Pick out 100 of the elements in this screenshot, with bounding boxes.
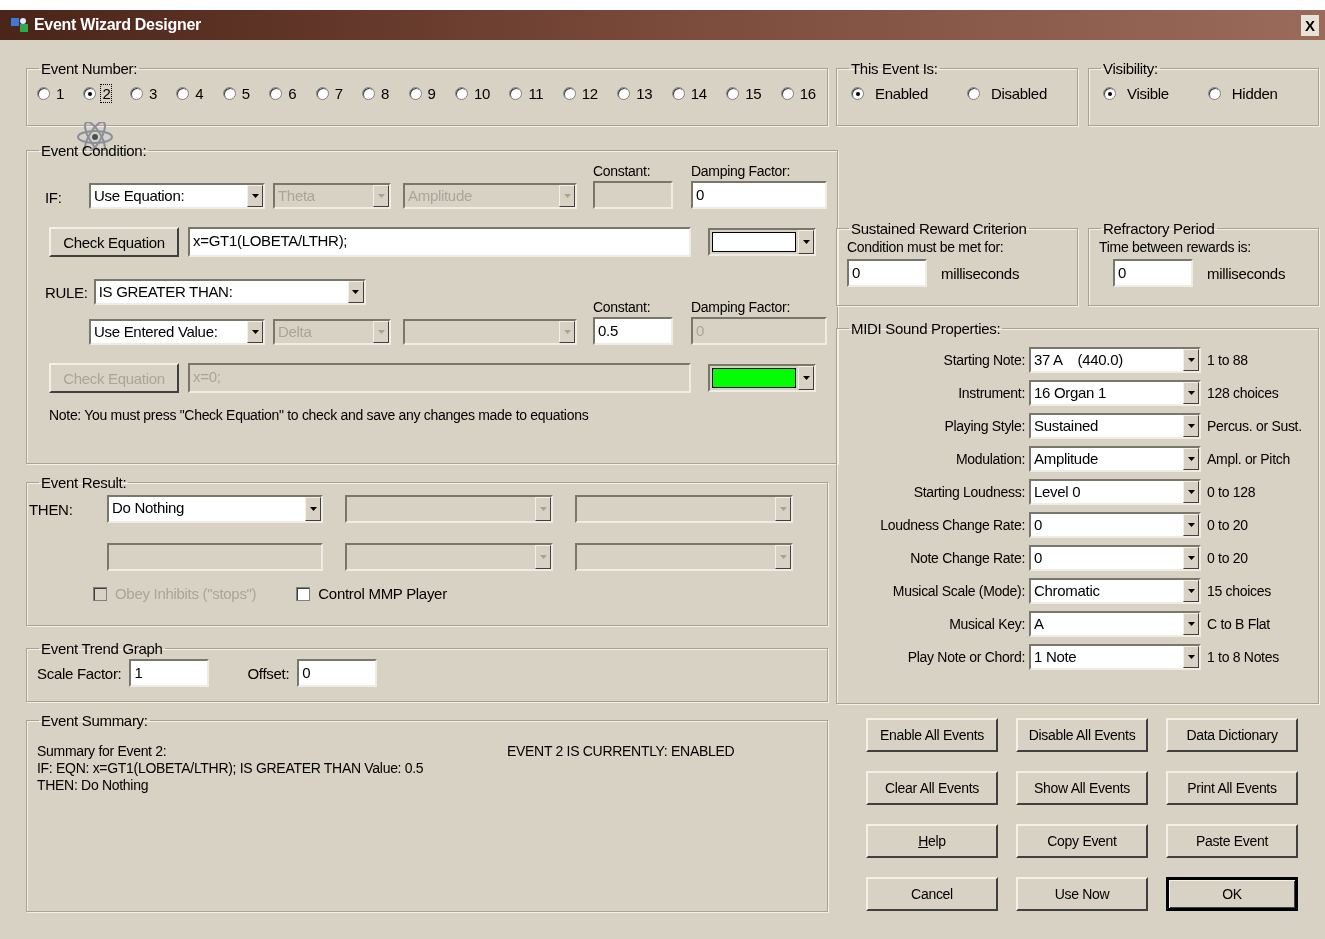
radio-label: Enabled: [874, 85, 929, 102]
dropdown[interactable]: Use Equation:: [89, 183, 265, 209]
caret-icon: [377, 330, 385, 334]
radio-button[interactable]: [726, 87, 740, 100]
radio-label: 7: [333, 85, 344, 102]
property-label: Musical Scale (Mode):: [891, 582, 1025, 599]
dropdown[interactable]: Chromatic: [1029, 577, 1201, 604]
constant-label: Constant:: [593, 299, 652, 315]
caret-icon: [377, 194, 385, 198]
group-label: Refractory Period: [1102, 220, 1216, 237]
radio-button[interactable]: [83, 87, 97, 100]
radio-label: 11: [527, 85, 545, 102]
dropdown[interactable]: Level 0: [1029, 478, 1201, 505]
dropdown[interactable]: Amplitude: [1029, 445, 1201, 472]
caret-icon: [1187, 357, 1195, 362]
property-label: Loudness Change Rate:: [879, 516, 1025, 533]
if-label: IF:: [45, 188, 62, 206]
dropdown[interactable]: IS GREATER THAN:: [93, 279, 366, 305]
radio-label: 15: [744, 85, 763, 102]
property-label: Note Change Rate:: [909, 549, 1025, 566]
range-label: 0 to 20: [1207, 549, 1248, 566]
range-label: 15 choices: [1207, 582, 1271, 599]
check-equation-button[interactable]: Check Equation: [49, 227, 179, 257]
property-label: Starting Loudness:: [912, 483, 1025, 500]
radio-button[interactable]: [617, 87, 631, 100]
dropdown[interactable]: 37 A (440.0): [1029, 346, 1201, 373]
radio-button[interactable]: [1207, 87, 1221, 100]
property-label: Playing Style:: [943, 417, 1025, 434]
radio-button[interactable]: [671, 87, 685, 100]
checkbox[interactable]: [296, 586, 311, 601]
action-button[interactable]: Paste Event: [1166, 824, 1298, 858]
dropdown[interactable]: 1 Note: [1029, 643, 1201, 670]
action-button[interactable]: Data Dictionary: [1166, 718, 1298, 752]
milliseconds-field[interactable]: 0: [847, 259, 927, 287]
radio-button[interactable]: [509, 87, 523, 100]
radio-button[interactable]: [454, 87, 468, 100]
caret-icon: [1187, 423, 1195, 428]
radio-label: 1: [55, 85, 66, 102]
dropdown[interactable]: 0: [1029, 544, 1201, 571]
caret-icon: [309, 507, 317, 511]
unit-label: milliseconds: [1207, 264, 1286, 282]
dropdown[interactable]: Use Entered Value:: [89, 319, 265, 345]
caret-icon: [1187, 555, 1195, 560]
caption-text: Time between rewards is:: [1099, 239, 1252, 255]
color-dropdown[interactable]: [708, 364, 816, 392]
checkbox-label: Control MMP Player: [318, 585, 447, 602]
radio-label: 9: [426, 85, 437, 102]
radio-button[interactable]: [851, 87, 864, 100]
damping-field[interactable]: 0: [691, 181, 827, 209]
caption-text: Condition must be met for:: [847, 239, 1005, 255]
action-button[interactable]: OK: [1166, 877, 1298, 911]
offset-field[interactable]: 0: [297, 659, 378, 687]
dropdown[interactable]: Do Nothing: [107, 495, 323, 523]
radio-label: 5: [240, 85, 251, 102]
group-label: Event Result:: [40, 474, 128, 491]
action-button[interactable]: Cancel: [866, 877, 998, 911]
range-label: Percus. or Sust.: [1207, 417, 1302, 434]
action-button[interactable]: Print All Events: [1166, 771, 1298, 805]
range-label: 0 to 128: [1207, 483, 1256, 500]
summary-line: Summary for Event 2:: [37, 743, 168, 760]
action-button[interactable]: Help: [866, 824, 998, 858]
action-button[interactable]: Disable All Events: [1016, 718, 1148, 752]
radio-label: 6: [287, 85, 298, 102]
action-button[interactable]: Copy Event: [1016, 824, 1148, 858]
equation-field[interactable]: x=GT1(LOBETA/LTHR);: [188, 227, 691, 257]
radio-button[interactable]: [966, 87, 980, 100]
radio-button[interactable]: [37, 87, 50, 100]
radio-button[interactable]: [562, 87, 576, 100]
milliseconds-field[interactable]: 0: [1113, 259, 1193, 287]
scale-factor-label: Scale Factor:: [37, 664, 122, 682]
radio-button[interactable]: [1103, 87, 1116, 100]
caret-icon: [539, 507, 547, 511]
dropdown[interactable]: A: [1029, 610, 1201, 637]
radio-button[interactable]: [269, 87, 283, 100]
caret-icon: [802, 240, 810, 244]
action-button[interactable]: Show All Events: [1016, 771, 1148, 805]
dropdown[interactable]: 0: [1029, 511, 1201, 538]
scale-factor-field[interactable]: 1: [129, 659, 210, 687]
radio-button[interactable]: [129, 87, 143, 100]
dropdown[interactable]: 16 Organ 1: [1029, 379, 1201, 406]
constant-field[interactable]: 0.5: [593, 317, 673, 345]
radio-button[interactable]: [780, 87, 794, 100]
caret-icon: [1187, 456, 1195, 461]
radio-button[interactable]: [176, 87, 190, 100]
color-dropdown[interactable]: [708, 228, 816, 256]
radio-label: 4: [194, 85, 205, 102]
property-label: Instrument:: [957, 384, 1025, 401]
radio-button[interactable]: [315, 87, 329, 100]
caret-icon: [1187, 588, 1195, 593]
caret-icon: [563, 330, 571, 334]
action-button[interactable]: Clear All Events: [866, 771, 998, 805]
dropdown[interactable]: Sustained: [1029, 412, 1201, 439]
range-label: 1 to 8 Notes: [1207, 648, 1279, 665]
radio-button[interactable]: [222, 87, 236, 100]
radio-button[interactable]: [408, 87, 422, 100]
close-button[interactable]: X: [1301, 14, 1319, 36]
action-button[interactable]: Enable All Events: [866, 718, 998, 752]
action-button[interactable]: Use Now: [1016, 877, 1148, 911]
radio-label: Disabled: [989, 85, 1048, 102]
radio-button[interactable]: [362, 87, 376, 100]
